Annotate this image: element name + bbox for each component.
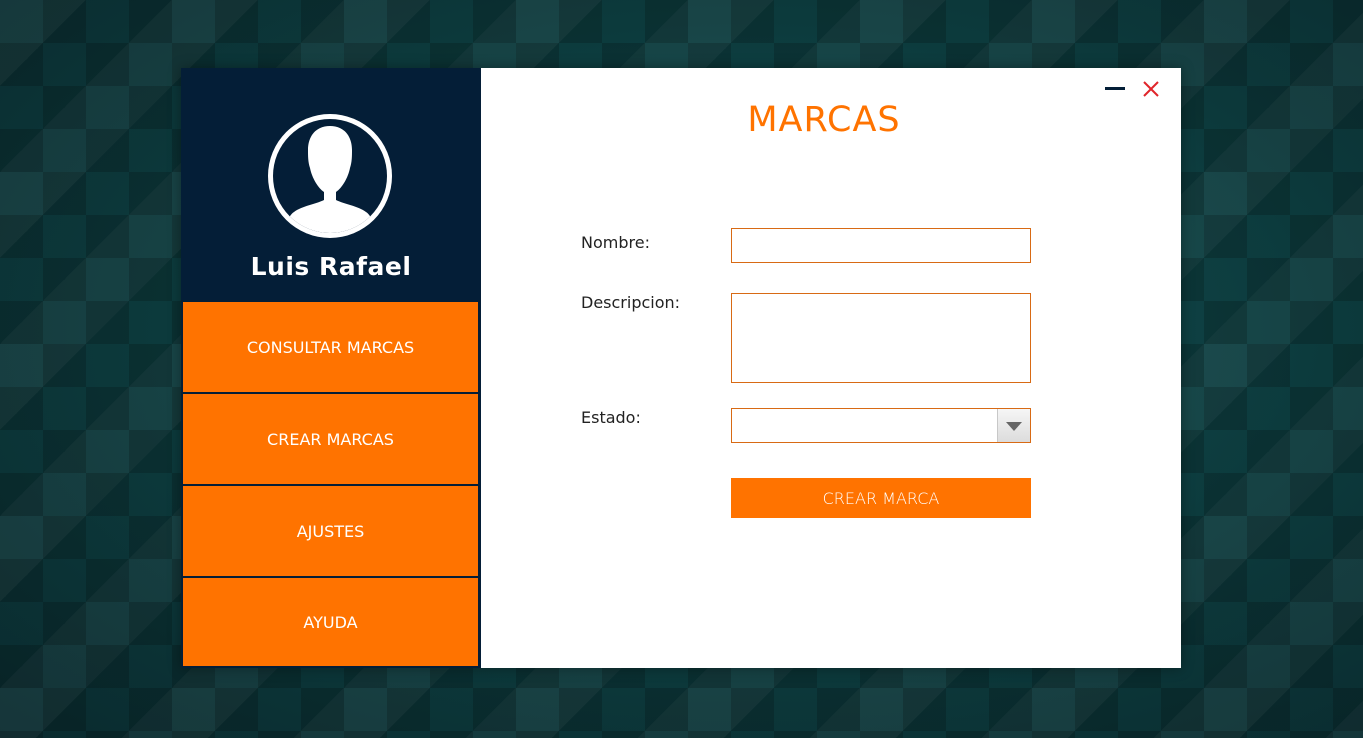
page-title: MARCAS [747, 100, 901, 140]
sidebar: Luis Rafael CONSULTAR MARCAS CREAR MARCA… [181, 68, 481, 668]
menu-item-crear-marcas[interactable]: CREAR MARCAS [183, 394, 478, 484]
menu-item-ajustes[interactable]: AJUSTES [183, 486, 478, 576]
nombre-label: Nombre: [581, 233, 650, 252]
crear-marca-button[interactable]: CREAR MARCA [731, 478, 1031, 518]
sidebar-menu: CONSULTAR MARCAS CREAR MARCAS AJUSTES AY… [183, 302, 478, 666]
main-panel: MARCAS Nombre: Descripcion: Estado: CREA… [481, 68, 1181, 668]
descripcion-label: Descripcion: [581, 293, 681, 312]
estado-label: Estado: [581, 408, 641, 427]
close-icon[interactable] [1141, 79, 1161, 99]
estado-select[interactable] [731, 408, 1031, 443]
menu-item-ayuda[interactable]: AYUDA [183, 578, 478, 666]
minimize-icon[interactable] [1105, 82, 1127, 96]
descripcion-textarea[interactable] [731, 293, 1031, 383]
user-avatar-icon [266, 112, 394, 240]
chevron-down-icon[interactable] [997, 409, 1030, 442]
app-window: Luis Rafael CONSULTAR MARCAS CREAR MARCA… [181, 68, 1181, 668]
user-name: Luis Rafael [250, 252, 412, 281]
nombre-input[interactable] [731, 228, 1031, 263]
menu-item-consultar-marcas[interactable]: CONSULTAR MARCAS [183, 302, 478, 392]
